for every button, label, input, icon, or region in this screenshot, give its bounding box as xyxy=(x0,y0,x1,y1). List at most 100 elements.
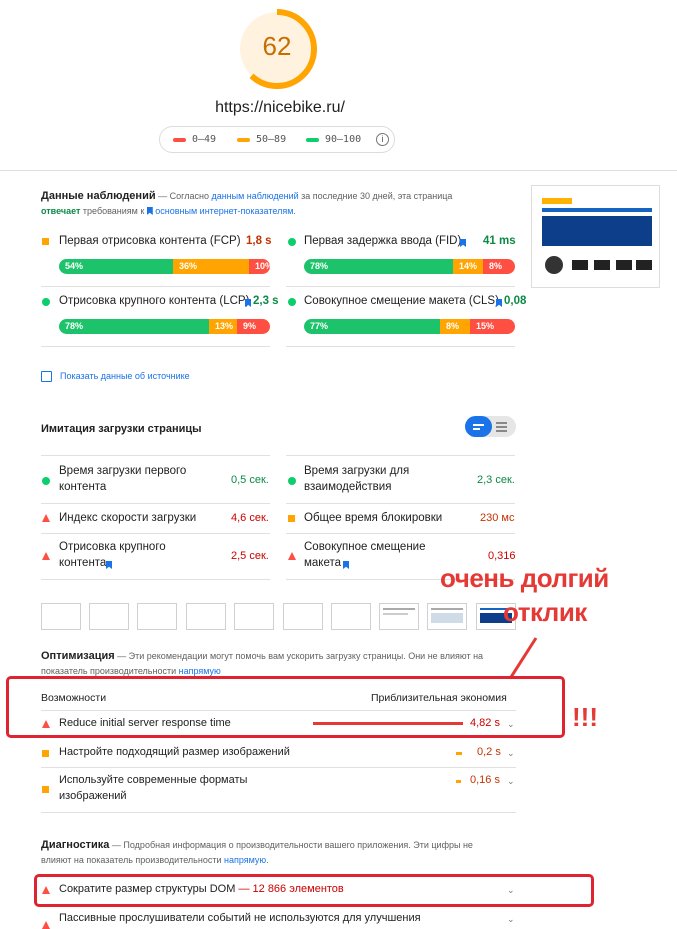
chevron-down-icon[interactable]: ⌄ xyxy=(507,748,515,759)
metric-lcp-distribution: 78% 13% 9% xyxy=(59,319,270,334)
metric-lcp-value: 2,3 s xyxy=(253,295,279,307)
legend-good-label: 90–100 xyxy=(325,134,362,145)
col-savings: Приблизительная экономия xyxy=(371,692,507,704)
opportunities-link[interactable]: напрямую xyxy=(179,666,221,676)
metric-fid-distribution: 78% 14% 8% xyxy=(304,259,515,274)
legend-good-swatch xyxy=(306,138,319,142)
average-status-icon xyxy=(42,750,49,757)
divider xyxy=(286,503,515,504)
metric-lcp-label: Отрисовка крупного контента (LCP) xyxy=(59,295,250,307)
cls-avg-segment: 8% xyxy=(440,319,470,334)
average-status-icon xyxy=(42,786,49,793)
bookmark-icon xyxy=(460,239,466,247)
lab-si-value: 4,6 сек. xyxy=(231,512,269,524)
cwv-link[interactable]: основным интернет-показателям xyxy=(155,206,293,216)
diagnostics-description: Диагностика — Подробная информация о про… xyxy=(41,839,473,865)
divider xyxy=(286,286,515,287)
page-url: https://nicebike.ru/ xyxy=(215,99,345,116)
divider xyxy=(41,710,516,711)
metric-cls-value: 0,08 xyxy=(504,295,527,307)
toggle-list-option[interactable] xyxy=(496,422,507,432)
savings-bar xyxy=(313,722,463,725)
opportunity-image-size[interactable]: Настройте подходящий размер изображений xyxy=(59,746,290,758)
show-origin-label[interactable]: Показать данные об источнике xyxy=(60,371,190,381)
page-screenshot-thumbnail xyxy=(531,185,660,288)
field-data-description: Данные наблюдений — Согласно данным набл… xyxy=(41,190,453,216)
divider xyxy=(41,767,516,768)
diagnostic-dom-size[interactable]: Сократите размер структуры DOM — 12 866 … xyxy=(59,883,344,895)
fid-poor-segment: 8% xyxy=(483,259,515,274)
chevron-down-icon[interactable]: ⌄ xyxy=(507,776,515,787)
divider xyxy=(41,286,270,287)
info-icon[interactable]: i xyxy=(376,133,389,146)
metric-fcp-distribution: 54% 36% 10% xyxy=(59,259,270,274)
field-data-pass: отвечает xyxy=(41,206,81,216)
show-origin-checkbox[interactable] xyxy=(41,371,52,382)
divider xyxy=(41,812,516,813)
lab-data-title: Имитация загрузки страницы xyxy=(41,423,202,435)
opportunity-image-size-value: 0,2 s xyxy=(477,746,501,758)
filmstrip-frame xyxy=(427,603,467,630)
chevron-down-icon[interactable]: ⌄ xyxy=(507,719,515,730)
annotation-text-2: отклик xyxy=(503,597,587,627)
diagnostic-dom-size-extra: — 12 866 элементов xyxy=(238,883,344,895)
opportunities-title: Оптимизация xyxy=(41,650,115,662)
divider xyxy=(41,533,270,534)
fid-good-segment: 78% xyxy=(304,259,453,274)
score-legend: 0–49 50–89 90–100 i xyxy=(159,126,395,153)
lab-tti-value: 2,3 сек. xyxy=(477,474,515,486)
legend-bad-swatch xyxy=(173,138,186,142)
poor-status-icon xyxy=(288,552,296,560)
divider xyxy=(286,455,515,456)
diagnostics-link[interactable]: напрямую xyxy=(224,855,266,865)
lab-cls-label-2: макета xyxy=(304,557,342,569)
divider xyxy=(0,170,677,171)
bookmark-icon xyxy=(146,207,153,215)
opportunity-formats-2[interactable]: изображений xyxy=(59,790,127,802)
opportunity-server-response[interactable]: Reduce initial server response time xyxy=(59,717,231,729)
lab-lcp-label-2: контента xyxy=(59,557,107,569)
good-status-icon xyxy=(288,298,296,306)
lab-tti-label-1: Время загрузки для xyxy=(304,465,410,477)
col-opportunity: Возможности xyxy=(41,692,107,704)
chevron-down-icon[interactable]: ⌄ xyxy=(507,885,515,896)
average-status-icon xyxy=(42,238,49,245)
lab-tbt-label: Общее время блокировки xyxy=(304,512,443,524)
average-status-icon xyxy=(288,515,295,522)
poor-status-icon xyxy=(42,552,50,560)
toggle-bars-option[interactable] xyxy=(465,416,492,437)
lcp-good-segment: 78% xyxy=(59,319,209,334)
lab-cls-value: 0,316 xyxy=(488,550,516,562)
lab-lcp-value: 2,5 сек. xyxy=(231,550,269,562)
filmstrip-frame xyxy=(283,603,323,630)
chevron-down-icon[interactable]: ⌄ xyxy=(507,914,515,925)
divider xyxy=(41,346,270,347)
bookmark-icon xyxy=(496,299,502,307)
lab-fcp-label-2: контента xyxy=(59,481,107,493)
score-gauge: 62 xyxy=(236,8,318,90)
metric-cls-label: Совокупное смещение макета (CLS) xyxy=(304,295,499,307)
lab-lcp-label-1: Отрисовка крупного xyxy=(59,541,166,553)
annotation-exclamation: !!! xyxy=(572,702,598,732)
divider xyxy=(286,346,515,347)
poor-status-icon xyxy=(42,720,50,728)
diagnostic-passive-listeners[interactable]: Пассивные прослушиватели событий не испо… xyxy=(59,912,421,924)
metric-fid-value: 41 ms xyxy=(483,235,516,247)
filmstrip-frame xyxy=(379,603,419,630)
opportunity-formats-1[interactable]: Используйте современные форматы xyxy=(59,774,247,786)
opportunities-description: Оптимизация — Эти рекомендации могут пом… xyxy=(41,650,484,676)
good-status-icon xyxy=(288,238,296,246)
metric-fcp-label: Первая отрисовка контента (FCP) xyxy=(59,235,241,247)
divider xyxy=(286,533,515,534)
lab-tti-label-2: взаимодействия xyxy=(304,481,392,493)
view-toggle[interactable] xyxy=(465,416,516,437)
divider xyxy=(41,503,270,504)
savings-bar xyxy=(456,752,462,755)
field-data-link[interactable]: данным наблюдений xyxy=(211,191,298,201)
fcp-avg-segment: 36% xyxy=(173,259,249,274)
lab-fcp-value: 0,5 сек. xyxy=(231,474,269,486)
good-status-icon xyxy=(288,477,296,485)
metric-fcp-value: 1,8 s xyxy=(246,235,272,247)
score-value: 62 xyxy=(262,31,292,61)
lab-cls-label-1: Совокупное смещение xyxy=(304,541,426,553)
